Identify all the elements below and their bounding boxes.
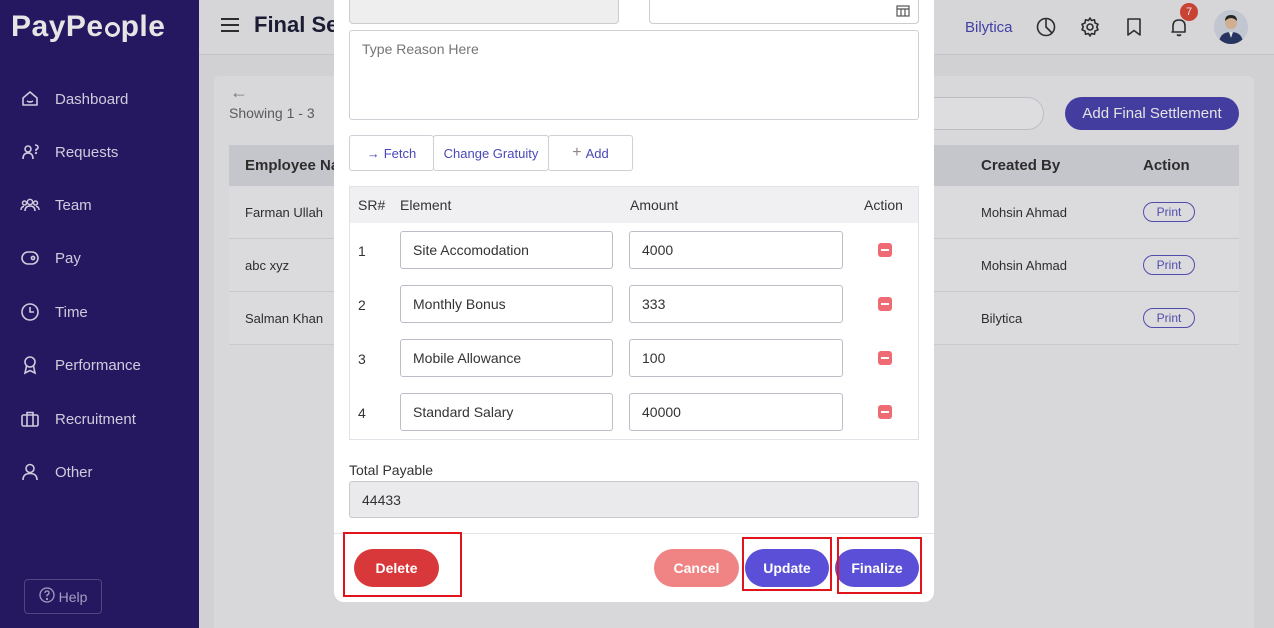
plus-icon: + [572,144,582,161]
total-payable-label: Total Payable [349,462,434,478]
amount-input[interactable]: 40000 [629,393,843,431]
table-row: 4 Standard Salary 40000 [350,385,918,439]
element-input[interactable]: Site Accomodation [400,231,613,269]
fetch-button[interactable]: → Fetch [349,135,434,171]
row-sr: 1 [358,243,366,259]
col-amount: Amount [630,197,679,213]
amount-input[interactable]: 4000 [629,231,843,269]
highlight-finalize [837,537,922,594]
employee-field[interactable] [349,0,619,24]
element-input[interactable]: Monthly Bonus [400,285,613,323]
date-field[interactable] [649,0,919,24]
amount-input[interactable]: 333 [629,285,843,323]
reason-textarea[interactable] [349,30,919,120]
col-action: Action [864,197,903,213]
remove-row-icon[interactable] [878,297,892,311]
element-input[interactable]: Mobile Allowance [400,339,613,377]
amount-input[interactable]: 100 [629,339,843,377]
final-settlement-modal: →Fetch Change Gratuity +Add SR# Element … [334,0,934,602]
change-gratuity-button[interactable]: Change Gratuity [433,135,549,171]
col-sr: SR# [358,197,386,213]
table-row: 1 Site Accomodation 4000 [350,223,918,277]
table-row: 3 Mobile Allowance 100 [350,331,918,385]
row-sr: 2 [358,297,366,313]
remove-row-icon[interactable] [878,405,892,419]
table-row: 2 Monthly Bonus 333 [350,277,918,331]
total-payable-field: 44433 [349,481,919,518]
arrow-right-icon: → [366,145,380,161]
highlight-update [742,537,832,591]
cancel-button[interactable]: Cancel [654,549,739,587]
remove-row-icon[interactable] [878,351,892,365]
highlight-delete [343,532,462,597]
elements-table: SR# Element Amount Action 1 Site Accomod… [349,186,919,440]
add-button[interactable]: + Add [548,135,633,171]
element-input[interactable]: Standard Salary [400,393,613,431]
col-element: Element [400,197,452,213]
row-sr: 3 [358,351,366,367]
table-header: SR# Element Amount Action [350,187,918,223]
remove-row-icon[interactable] [878,243,892,257]
calendar-icon[interactable] [896,4,910,22]
row-sr: 4 [358,405,366,421]
